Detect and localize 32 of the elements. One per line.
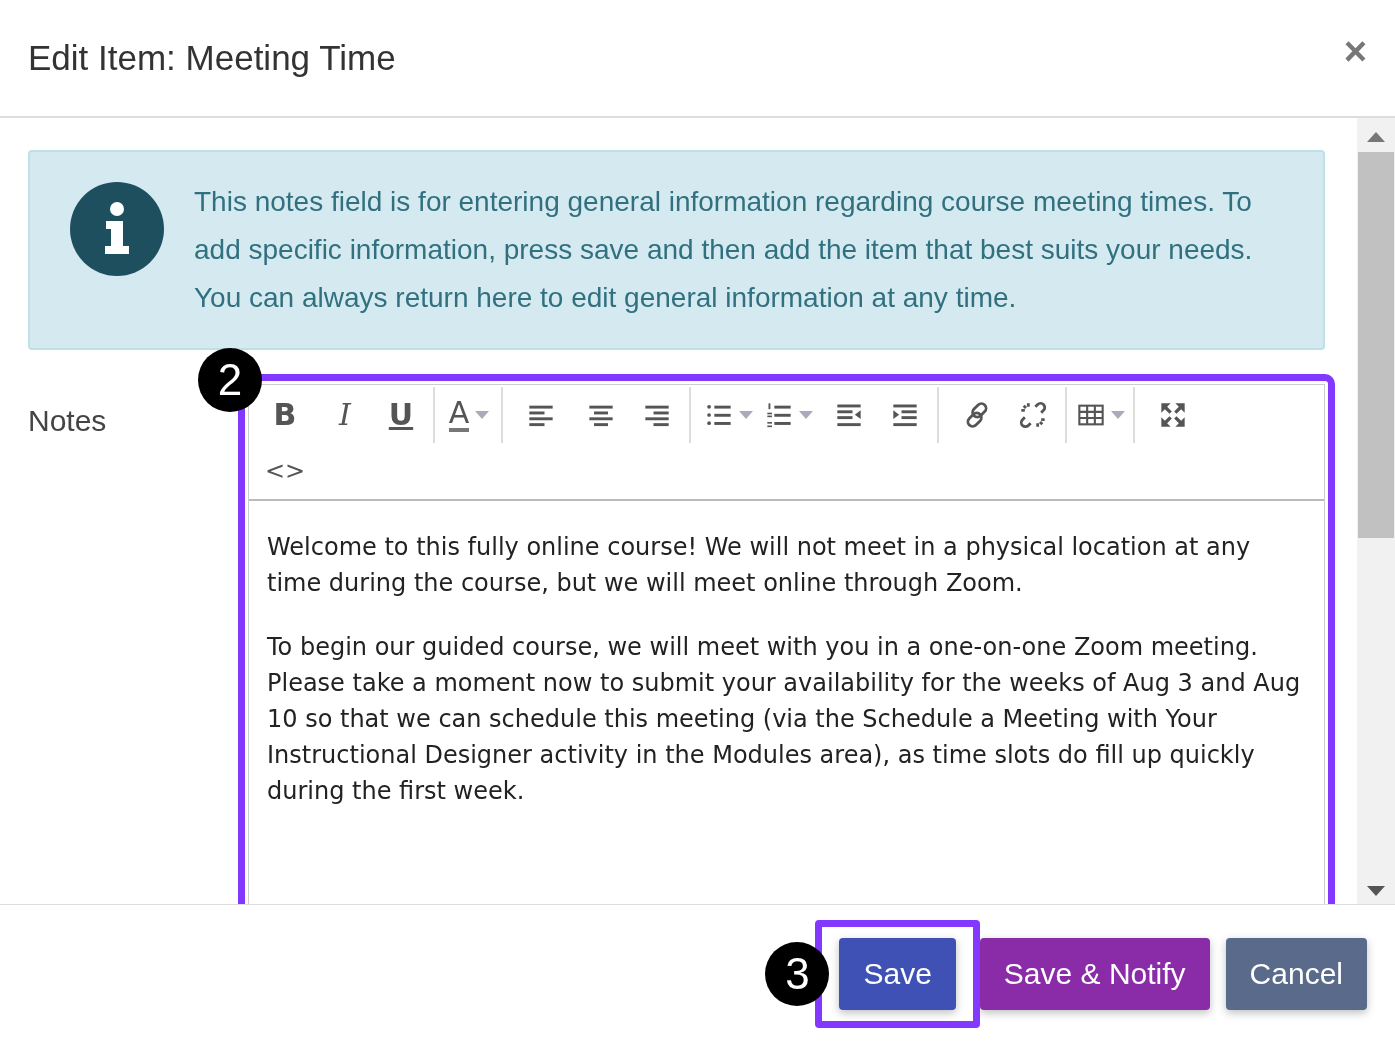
editor-paragraph: Welcome to this fully online course! We will not meet in a physical location at any time during the course, but we will meet online through Zoom. (267, 532, 1252, 599)
save-button[interactable]: Save & Notify (979, 938, 1210, 1010)
scroll-down-icon[interactable] (1367, 886, 1385, 896)
caret-icon (739, 411, 753, 419)
table-button[interactable] (1075, 387, 1135, 443)
close-button[interactable]: × (1343, 31, 1367, 71)
scrollbar-thumb[interactable] (1358, 152, 1394, 538)
dialog-title: Edit Item: Meeting Time (28, 38, 396, 78)
numbered-list-icon (765, 401, 793, 429)
scrollbar[interactable] (1357, 118, 1395, 904)
underline-button[interactable]: U (375, 387, 435, 443)
editor-paragraph: To begin our guided course, we will meet with you in a one-on-one Zoom meeting. Please take a moment now to submit your availability for the weeks of Aug 3 and Aug 10 so that we can schedule this meeting (via the Schedule a Meeting with Your Instructional Designer activity in the Modules area), as time slots do fill up quickly during the first week. (267, 632, 1302, 807)
step-number: 3 (765, 942, 830, 1006)
code-button[interactable]: <> (255, 443, 315, 499)
unlink-icon (1019, 401, 1047, 429)
info-icon (70, 182, 164, 276)
cancel-button[interactable]: Cancel (1225, 938, 1367, 1010)
bold-icon: B (273, 400, 297, 430)
save-button[interactable]: Save (839, 938, 956, 1010)
code-icon: <> (264, 459, 306, 483)
step-number: 2 (198, 348, 262, 412)
italic-button[interactable]: I (315, 387, 375, 443)
scroll-up-icon[interactable] (1367, 132, 1385, 142)
caret-icon (799, 411, 813, 419)
fullscreen-icon (1159, 401, 1187, 429)
info-message: This notes field is for entering general information regarding course meeting times. To add specific information, press save and then add the item that best suits your needs. You can always return here to edit general information at any time. (194, 185, 1254, 315)
notes-label: Notes (28, 404, 107, 437)
italic-icon: I (339, 400, 351, 430)
font-color-button[interactable]: A (443, 387, 503, 443)
caret-icon (475, 411, 490, 419)
caret-icon (1111, 411, 1125, 419)
underline-icon: U (388, 400, 414, 430)
